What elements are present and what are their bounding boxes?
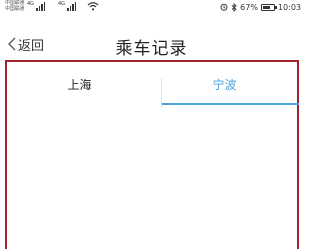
battery-icon [260,3,277,11]
city-tabs: 上海 宁波 [7,62,297,106]
network-type-1: 4G [27,1,35,7]
nav-bar: 返回 乘车记录 [0,28,303,60]
tab-ningbo-label: 宁波 [212,77,237,92]
content-panel: 上海 宁波 [5,60,299,249]
status-bar: 中国联通 中国联通 4G 4G 67% 10:03 [0,0,303,18]
tab-shanghai-label: 上海 [67,77,92,92]
wifi-icon [87,2,99,11]
alarm-icon [220,3,228,11]
tab-shanghai[interactable]: 上海 [7,62,152,106]
status-right: 67% 10:03 [220,0,301,14]
carrier-2-label: 中国联通 [5,6,25,12]
active-tab-indicator [162,103,299,105]
battery-percent: 67% [240,2,258,12]
signal-icon-2: 4G [58,1,77,11]
carrier-info: 中国联通 中国联通 [5,0,24,12]
page-title: 乘车记录 [115,39,188,59]
tab-ningbo[interactable]: 宁波 [152,62,297,106]
signal-icon: 4G [27,1,46,11]
network-type-2: 4G [58,1,66,7]
bluetooth-icon [231,2,237,12]
clock: 10:03 [277,2,301,12]
